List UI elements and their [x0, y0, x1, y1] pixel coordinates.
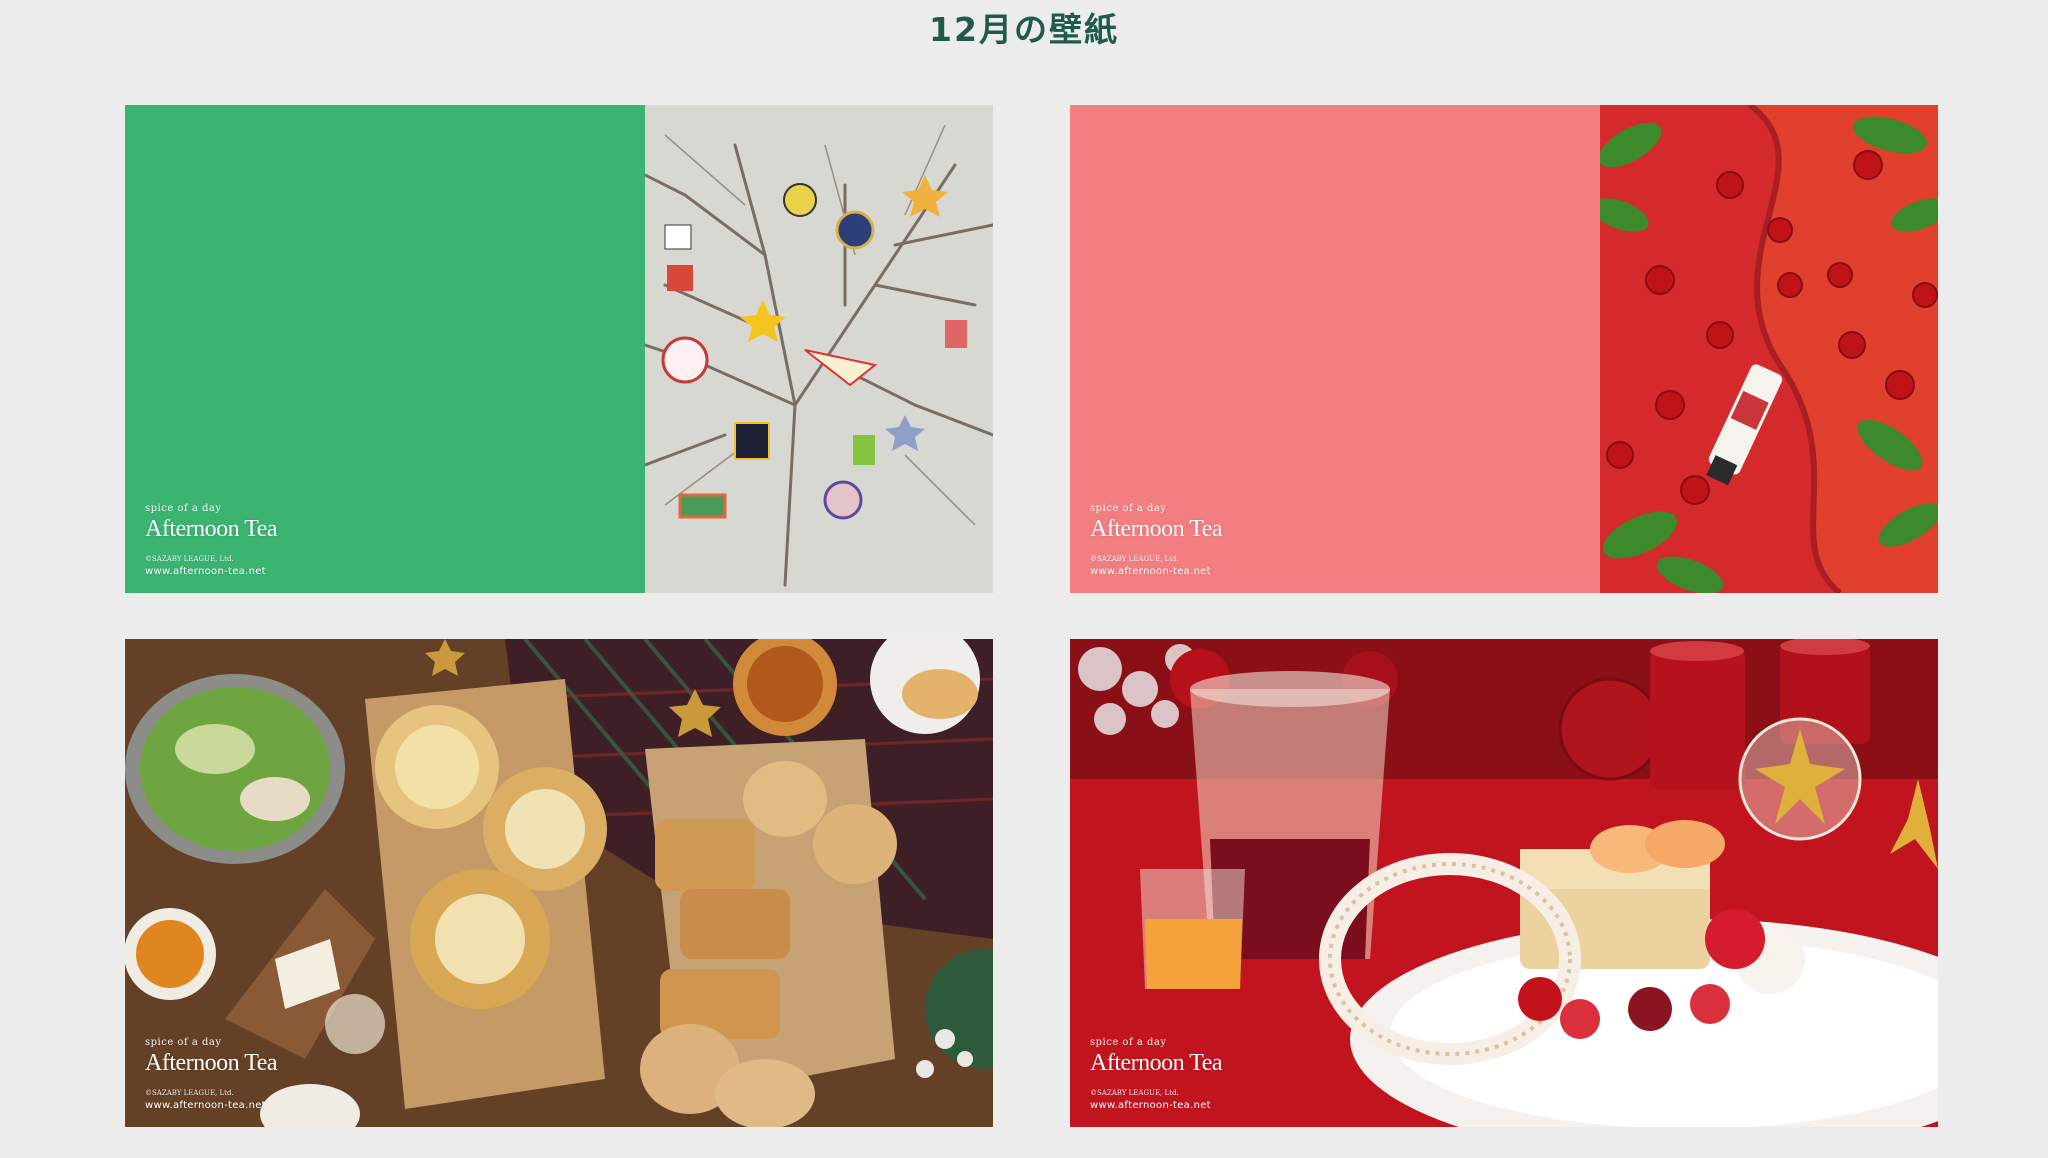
brand-logo: Afternoon Tea — [1090, 516, 1223, 542]
brand-url: www.afternoon-tea.net — [145, 1100, 266, 1111]
ornament-branches-photo — [645, 105, 993, 593]
brand-url: www.afternoon-tea.net — [145, 566, 266, 577]
brand-copyright: ©SAZABY LEAGUE, Ltd. — [145, 555, 234, 563]
brand-copyright: ©SAZABY LEAGUE, Ltd. — [1090, 1089, 1179, 1097]
brand-logo: Afternoon Tea — [145, 1050, 278, 1076]
brand-logo-block: spice of a day Afternoon Tea ©SAZABY LEA… — [145, 1037, 278, 1111]
brand-tagline: spice of a day — [1090, 1037, 1167, 1048]
brand-logo-block: spice of a day Afternoon Tea ©SAZABY LEA… — [145, 503, 278, 577]
wallpaper-card-bread-table[interactable]: spice of a day Afternoon Tea ©SAZABY LEA… — [125, 639, 993, 1127]
cherries-hand-cream-photo — [1600, 105, 1938, 593]
brand-copyright: ©SAZABY LEAGUE, Ltd. — [1090, 555, 1179, 563]
brand-tagline: spice of a day — [145, 503, 222, 514]
brand-copyright: ©SAZABY LEAGUE, Ltd. — [145, 1089, 234, 1097]
page-title: 12月の壁紙 — [929, 10, 1119, 49]
brand-tagline: spice of a day — [145, 1037, 222, 1048]
wallpaper-card-pink-cherries[interactable]: spice of a day Afternoon Tea ©SAZABY LEA… — [1070, 105, 1938, 593]
wallpaper-card-apple-dessert[interactable]: spice of a day Afternoon Tea ©SAZABY LEA… — [1070, 639, 1938, 1127]
brand-logo: Afternoon Tea — [1090, 1050, 1223, 1076]
brand-logo-block: spice of a day Afternoon Tea ©SAZABY LEA… — [1090, 1037, 1223, 1111]
brand-tagline: spice of a day — [1090, 503, 1167, 514]
brand-url: www.afternoon-tea.net — [1090, 566, 1211, 577]
wallpaper-card-green-ornaments[interactable]: spice of a day Afternoon Tea ©SAZABY LEA… — [125, 105, 993, 593]
brand-logo-block: spice of a day Afternoon Tea ©SAZABY LEA… — [1090, 503, 1223, 577]
brand-logo: Afternoon Tea — [145, 516, 278, 542]
brand-url: www.afternoon-tea.net — [1090, 1100, 1211, 1111]
